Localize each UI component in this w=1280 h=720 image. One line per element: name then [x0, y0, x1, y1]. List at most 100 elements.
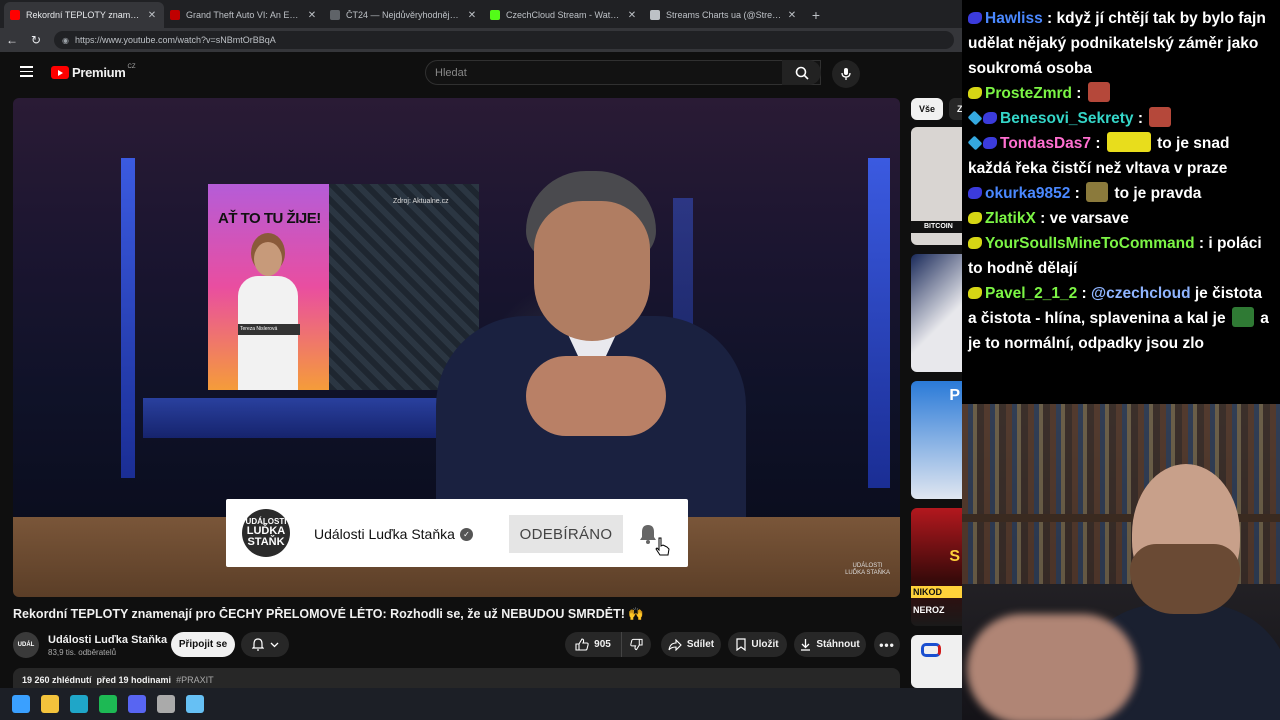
back-button[interactable]: ←: [0, 33, 24, 47]
related-video-thumbnail[interactable]: [911, 254, 962, 372]
thumbnail-label: BITCOIN: [911, 221, 962, 233]
chat-username[interactable]: Pavel_2_1_2: [985, 285, 1077, 302]
address-bar-url: https://www.youtube.com/watch?v=sNBmtOrB…: [74, 35, 276, 45]
menu-icon[interactable]: [20, 66, 33, 77]
close-tab-icon[interactable]: ✕: [786, 10, 798, 21]
new-tab-button[interactable]: +: [804, 2, 828, 28]
chat-message: TondasDas7 : to je snad každá řeka čistč…: [967, 131, 1274, 181]
more-actions-button[interactable]: •••: [874, 632, 900, 657]
ct-logo-icon: [921, 643, 941, 657]
obs-icon[interactable]: [157, 695, 175, 713]
related-video-thumbnail[interactable]: S NIKOD NEROZ: [911, 508, 962, 626]
channel-avatar[interactable]: UDÁL: [13, 632, 39, 658]
chat-message: okurka9852 : to je pravda: [968, 181, 1274, 206]
notification-button[interactable]: [241, 632, 289, 657]
view-count: 19 260 zhlédnutí: [22, 675, 92, 685]
tab-title: Grand Theft Auto VI: An Extended: [186, 10, 302, 20]
thumbs-up-icon: [575, 638, 589, 651]
chat-username[interactable]: YourSoulIsMineToCommand: [985, 235, 1195, 252]
address-bar[interactable]: ◉ https://www.youtube.com/watch?v=sNBmtO…: [54, 31, 954, 49]
tab-favicon-icon: [10, 10, 20, 20]
voice-search-button[interactable]: [832, 60, 860, 88]
browser-tab[interactable]: ČT24 — Nejdůvěryhodnější zprav ✕: [324, 2, 484, 28]
subscribed-button[interactable]: ODEBÍRÁNO: [509, 515, 623, 553]
hand-cursor-icon: [655, 537, 670, 556]
bell-icon: [251, 638, 264, 651]
chat-message: YourSoulIsMineToCommand : i poláci to ho…: [968, 235, 1262, 277]
chat-badge-icon: [968, 187, 982, 199]
close-tab-icon[interactable]: ✕: [466, 10, 478, 21]
channel-name-text: Události Luďka Staňka: [314, 526, 455, 542]
browser-tab[interactable]: Grand Theft Auto VI: An Extended ✕: [164, 2, 324, 28]
hashtag[interactable]: #PRAXIT: [176, 675, 214, 685]
share-button[interactable]: Sdílet: [661, 632, 721, 657]
chat-badge-icon: [983, 112, 997, 124]
thumbnail-label: P: [949, 387, 960, 404]
related-video-thumbnail[interactable]: [911, 635, 962, 688]
chat-message: ZlatikX : ve varsave: [968, 206, 1274, 231]
microphone-icon: [841, 68, 851, 80]
like-button[interactable]: 905: [565, 632, 621, 657]
spotify-icon[interactable]: [99, 695, 117, 713]
download-icon: [801, 639, 811, 651]
country-code: CZ: [127, 63, 136, 70]
chat-badge-icon: [968, 12, 982, 24]
like-count: 905: [594, 639, 611, 650]
youtube-play-icon: [51, 66, 69, 79]
bookmark-icon: [736, 638, 746, 651]
chat-username[interactable]: Hawliss: [985, 10, 1043, 27]
youtube-masthead: Premium CZ Hledat: [0, 52, 962, 92]
reload-button[interactable]: ↻: [24, 33, 48, 47]
download-button[interactable]: Stáhnout: [794, 632, 866, 657]
file-explorer-icon[interactable]: [41, 695, 59, 713]
tab-favicon-icon: [650, 10, 660, 20]
channel-logo[interactable]: UDÁLOSTI LUĎKA STAŇK: [242, 509, 290, 557]
close-tab-icon[interactable]: ✕: [626, 10, 638, 21]
youtube-logo[interactable]: Premium CZ: [51, 63, 136, 80]
chat-badge-icon: [968, 212, 982, 224]
streamer-hand: [967, 614, 1137, 720]
streamer-beard: [1130, 544, 1240, 614]
chat-message: Hawliss : když jí chtějí tak by bylo faj…: [968, 10, 1266, 77]
thumbnail-label: S: [949, 548, 960, 565]
site-info-icon[interactable]: ◉: [62, 36, 69, 45]
watermark-subtitle: LUĎKA STAŇKA: [845, 569, 890, 576]
download-label: Stáhnout: [816, 639, 860, 650]
related-video-thumbnail[interactable]: BITCOIN: [911, 127, 962, 245]
chat-message: Benesovi_Sekrety :: [967, 106, 1274, 131]
description-box[interactable]: 19 260 zhlédnutí před 19 hodinami #PRAXI…: [13, 668, 900, 688]
save-button[interactable]: Uložit: [728, 632, 787, 657]
close-tab-icon[interactable]: ✕: [146, 10, 158, 21]
chip-all[interactable]: Vše: [911, 98, 944, 120]
browser-tab[interactable]: Streams Charts ua (@StreamsCha ✕: [644, 2, 804, 28]
chevron-down-icon: [270, 642, 278, 647]
chat-username[interactable]: okurka9852: [985, 185, 1070, 202]
chat-username[interactable]: ProsteZmrd: [985, 85, 1072, 102]
browser-tab[interactable]: Rekordní TEPLOTY znamenají pro Č ✕: [4, 2, 164, 28]
chat-username[interactable]: Benesovi_Sekrety: [1000, 110, 1134, 127]
video-owner: UDÁL Události Luďka Staňka 83,9 tis. odb…: [13, 630, 167, 660]
steam-icon[interactable]: [186, 695, 204, 713]
search-input[interactable]: Hledat: [425, 60, 821, 85]
close-tab-icon[interactable]: ✕: [306, 10, 318, 21]
chat-badge-icon: [968, 287, 982, 299]
thumbnail-label: NEROZ: [913, 605, 945, 615]
tab-title: Streams Charts ua (@StreamsCha: [666, 10, 782, 20]
browser-tab[interactable]: CzechCloud Stream - Watch Live o ✕: [484, 2, 644, 28]
tab-title: Rekordní TEPLOTY znamenají pro Č: [26, 10, 142, 20]
discord-icon[interactable]: [128, 695, 146, 713]
owner-channel-name[interactable]: Události Luďka Staňka: [48, 634, 167, 646]
search-button[interactable]: [782, 60, 821, 85]
windows-start-icon[interactable]: [12, 695, 30, 713]
join-button[interactable]: Připojit se: [171, 632, 235, 657]
chat-username[interactable]: TondasDas7: [1000, 135, 1091, 152]
chat-username[interactable]: ZlatikX: [985, 210, 1036, 227]
related-video-thumbnail[interactable]: P: [911, 381, 962, 499]
dislike-button[interactable]: [621, 632, 651, 657]
share-label: Sdílet: [686, 639, 715, 650]
edge-icon[interactable]: [70, 695, 88, 713]
shelf-light: [121, 158, 135, 478]
tab-title: ČT24 — Nejdůvěryhodnější zprav: [346, 10, 462, 20]
watermark-title: UDÁLOSTI: [852, 562, 883, 569]
logo-line: STAŇK: [247, 536, 285, 548]
